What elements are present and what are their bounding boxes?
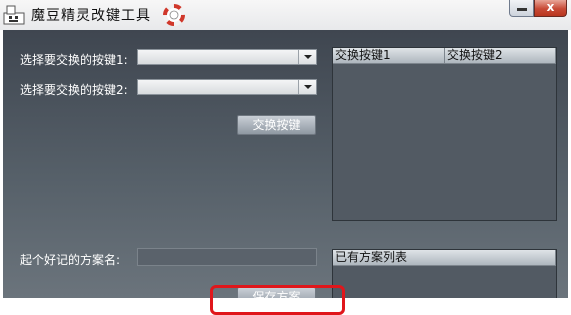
key2-label: 选择要交换的按键2: [20,83,128,97]
close-button[interactable]: x [534,0,567,17]
key2-dropdown-button[interactable] [298,80,316,94]
help-lifebuoy-icon[interactable] [163,4,185,26]
close-icon: x [546,0,555,14]
scheme-name-input[interactable] [137,248,317,266]
swap-table-header-1[interactable]: 交换按键1 [333,48,445,64]
swap-keys-button[interactable]: 交换按键 [237,115,316,135]
key1-label: 选择要交换的按键1: [20,53,128,67]
minimize-icon [517,8,527,11]
chevron-down-icon [304,55,312,59]
window-title: 魔豆精灵改键工具 [31,8,151,24]
scheme-name-label: 起个好记的方案名: [20,253,121,267]
minimize-button[interactable] [509,0,534,17]
swap-table[interactable]: 交换按键1 交换按键2 [332,47,557,221]
window-controls: x [509,0,567,18]
main-panel: 选择要交换的按键1: 选择要交换的按键2: 交换按键 交换按键1 交换按键2 起… [3,30,568,309]
swap-table-header-2[interactable]: 交换按键2 [445,48,556,64]
key1-dropdown-button[interactable] [298,50,316,64]
key2-select[interactable] [137,79,317,95]
title-bar: 魔豆精灵改键工具 x [0,0,571,30]
save-button-highlight-box [210,285,345,315]
app-icon [3,5,25,25]
chevron-down-icon [304,85,312,89]
scheme-list-header: 已有方案列表 [333,250,556,266]
key1-select[interactable] [137,49,317,65]
